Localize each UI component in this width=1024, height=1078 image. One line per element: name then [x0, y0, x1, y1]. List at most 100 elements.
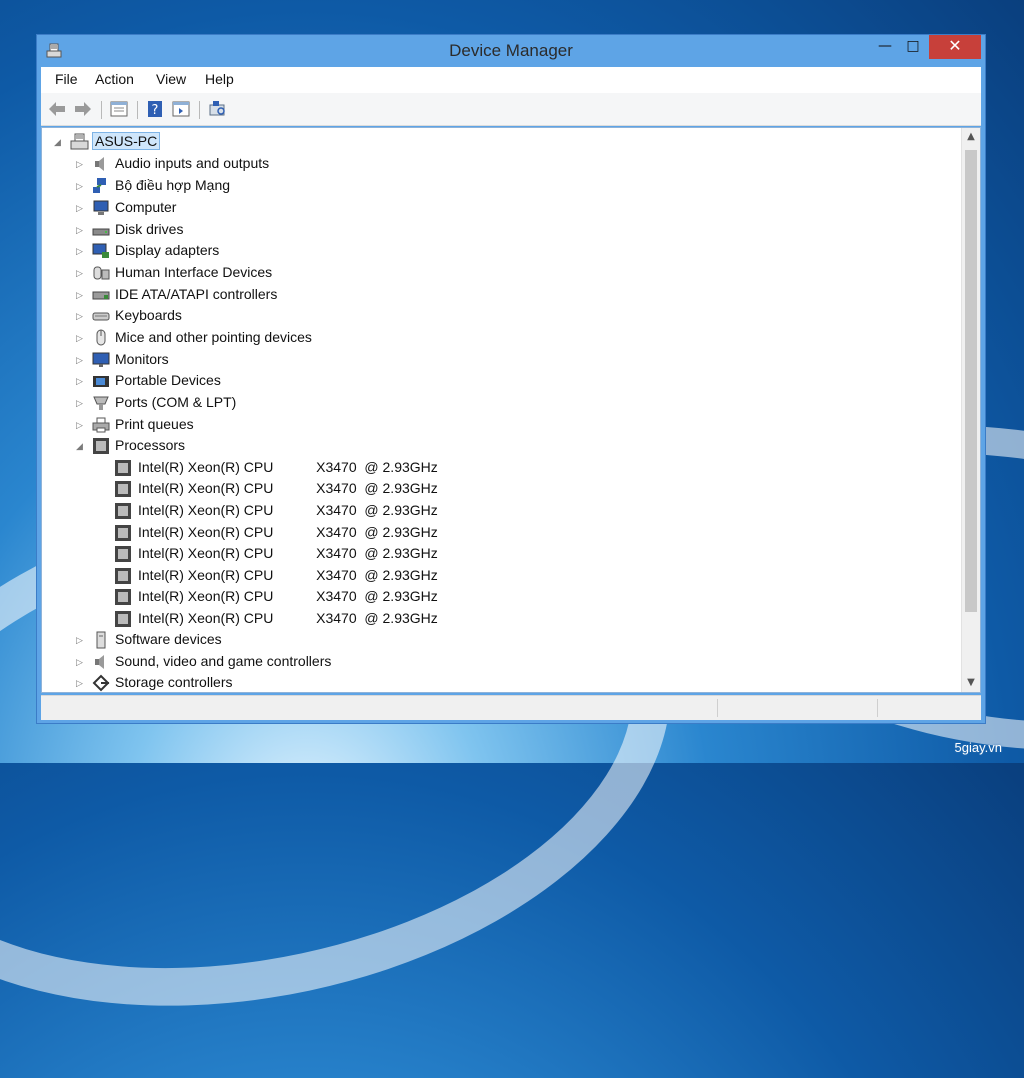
monitor-icon — [92, 351, 110, 369]
expand-icon[interactable]: ▷ — [76, 225, 86, 235]
tree-item-software[interactable]: ▷ Software devices — [42, 630, 742, 650]
scroll-thumb[interactable] — [965, 150, 977, 612]
tree-item-monitors[interactable]: ▷ Monitors — [42, 350, 742, 370]
expand-icon[interactable]: ▷ — [76, 159, 86, 169]
portable-icon — [92, 372, 110, 390]
category-label: Display adapters — [115, 242, 220, 258]
ide-icon — [92, 286, 110, 304]
toolbar-separator — [137, 101, 138, 119]
speaker-icon — [92, 155, 110, 173]
tree-root[interactable]: ◢ ASUS-PC — [42, 132, 742, 152]
category-label: Processors — [115, 437, 186, 453]
expand-icon[interactable]: ▷ — [76, 290, 86, 300]
tree-item-display[interactable]: ▷ Display adapters — [42, 241, 742, 261]
tree-item-audio[interactable]: ▷ Audio inputs and outputs — [42, 154, 742, 174]
mouse-icon — [92, 329, 110, 347]
expand-icon[interactable]: ▷ — [76, 246, 86, 256]
cpu-label: Intel(R) Xeon(R) CPU X3470 @ 2.93GHz — [138, 524, 438, 540]
hid-icon — [92, 264, 110, 282]
tree-item-keyboards[interactable]: ▷ Keyboards — [42, 306, 742, 326]
tree-item-cpu[interactable]: Intel(R) Xeon(R) CPU X3470 @ 2.93GHz — [42, 587, 742, 607]
tree-item-ports[interactable]: ▷ Ports (COM & LPT) — [42, 393, 742, 413]
vertical-scrollbar[interactable]: ▲ ▼ — [961, 128, 980, 692]
title-bar[interactable]: Device Manager — □ ✕ — [37, 35, 985, 67]
cpu-label: Intel(R) Xeon(R) CPU X3470 @ 2.93GHz — [138, 480, 438, 496]
computer-icon — [70, 133, 89, 151]
menu-action[interactable]: Action — [95, 71, 134, 87]
tree-item-mice[interactable]: ▷ Mice and other pointing devices — [42, 328, 742, 348]
category-label: Keyboards — [115, 307, 182, 323]
device-tree: ◢ ASUS-PC ▷ Audio inputs and outputs ▷ B… — [41, 127, 981, 693]
tree-item-cpu[interactable]: Intel(R) Xeon(R) CPU X3470 @ 2.93GHz — [42, 458, 742, 478]
expand-icon[interactable]: ▷ — [76, 268, 86, 278]
expand-icon[interactable]: ▷ — [76, 420, 86, 430]
tree-item-processors[interactable]: ◢ Processors — [42, 436, 742, 456]
expand-icon[interactable]: ▷ — [76, 657, 86, 667]
tree-item-cpu[interactable]: Intel(R) Xeon(R) CPU X3470 @ 2.93GHz — [42, 501, 742, 521]
category-label: Computer — [115, 199, 177, 215]
help-icon[interactable]: ? — [145, 99, 165, 119]
menu-view[interactable]: View — [156, 71, 186, 87]
tree-item-portable[interactable]: ▷ Portable Devices — [42, 371, 742, 391]
tree-item-cpu[interactable]: Intel(R) Xeon(R) CPU X3470 @ 2.93GHz — [42, 609, 742, 629]
menu-help[interactable]: Help — [205, 71, 234, 87]
scroll-down-icon[interactable]: ▼ — [962, 674, 980, 692]
category-label: Bộ điều hợp Mạng — [115, 177, 231, 193]
tree-item-print[interactable]: ▷ Print queues — [42, 415, 742, 435]
category-label: Sound, video and game controllers — [115, 653, 332, 669]
menu-file[interactable]: File — [55, 71, 78, 87]
tree-item-cpu[interactable]: Intel(R) Xeon(R) CPU X3470 @ 2.93GHz — [42, 544, 742, 564]
scroll-up-icon[interactable]: ▲ — [962, 128, 980, 146]
root-label: ASUS-PC — [92, 132, 161, 150]
tree-item-hid[interactable]: ▷ Human Interface Devices — [42, 263, 742, 283]
minimize-button[interactable]: — — [871, 35, 899, 59]
cpu-icon — [114, 502, 132, 520]
category-label: Disk drives — [115, 221, 184, 237]
expand-icon[interactable]: ▷ — [76, 398, 86, 408]
cpu-label: Intel(R) Xeon(R) CPU X3470 @ 2.93GHz — [138, 459, 438, 475]
watermark: 5giay.vn — [954, 740, 1002, 755]
collapse-icon[interactable]: ◢ — [76, 441, 86, 451]
expand-icon[interactable]: ▷ — [76, 635, 86, 645]
tree-item-sound[interactable]: ▷ Sound, video and game controllers — [42, 652, 742, 672]
category-label: Storage controllers — [115, 674, 233, 690]
cpu-icon — [114, 567, 132, 585]
cpu-icon — [92, 437, 110, 455]
tree-item-disk[interactable]: ▷ Disk drives — [42, 220, 742, 240]
expand-icon[interactable]: ▷ — [76, 181, 86, 191]
tree-item-cpu[interactable]: Intel(R) Xeon(R) CPU X3470 @ 2.93GHz — [42, 479, 742, 499]
cpu-label: Intel(R) Xeon(R) CPU X3470 @ 2.93GHz — [138, 567, 438, 583]
toolbar: ? — [41, 93, 981, 126]
scan-hardware-icon[interactable] — [207, 99, 227, 119]
tree-item-computer[interactable]: ▷ Computer — [42, 198, 742, 218]
expand-icon[interactable]: ▷ — [76, 376, 86, 386]
category-label: Print queues — [115, 416, 194, 432]
maximize-button[interactable]: □ — [899, 35, 927, 59]
tree-item-cpu[interactable]: Intel(R) Xeon(R) CPU X3470 @ 2.93GHz — [42, 566, 742, 586]
cpu-icon — [114, 524, 132, 542]
speaker-icon — [92, 653, 110, 671]
expand-icon[interactable]: ▷ — [76, 333, 86, 343]
tree-item-storage[interactable]: ▷ Storage controllers — [42, 673, 742, 692]
category-label: IDE ATA/ATAPI controllers — [115, 286, 278, 302]
cpu-icon — [114, 588, 132, 606]
view-resources-icon[interactable] — [171, 99, 191, 119]
window-title: Device Manager — [449, 41, 573, 60]
properties-icon[interactable] — [109, 99, 129, 119]
collapse-icon[interactable]: ◢ — [54, 137, 64, 147]
expand-icon[interactable]: ▷ — [76, 311, 86, 321]
cpu-icon — [114, 480, 132, 498]
tree-item-network[interactable]: ▷ Bộ điều hợp Mạng — [42, 176, 742, 196]
computer-icon — [92, 199, 110, 217]
expand-icon[interactable]: ▷ — [76, 355, 86, 365]
status-pane-divider — [717, 699, 718, 717]
tree-item-cpu[interactable]: Intel(R) Xeon(R) CPU X3470 @ 2.93GHz — [42, 523, 742, 543]
expand-icon[interactable]: ▷ — [76, 203, 86, 213]
tree-item-ide[interactable]: ▷ IDE ATA/ATAPI controllers — [42, 285, 742, 305]
device-manager-window: Device Manager — □ ✕ File Action View He… — [36, 34, 986, 724]
close-button[interactable]: ✕ — [929, 35, 981, 59]
back-arrow-icon[interactable] — [47, 99, 67, 119]
expand-icon[interactable]: ▷ — [76, 678, 86, 688]
cpu-label: Intel(R) Xeon(R) CPU X3470 @ 2.93GHz — [138, 588, 438, 604]
forward-arrow-icon[interactable] — [73, 99, 93, 119]
